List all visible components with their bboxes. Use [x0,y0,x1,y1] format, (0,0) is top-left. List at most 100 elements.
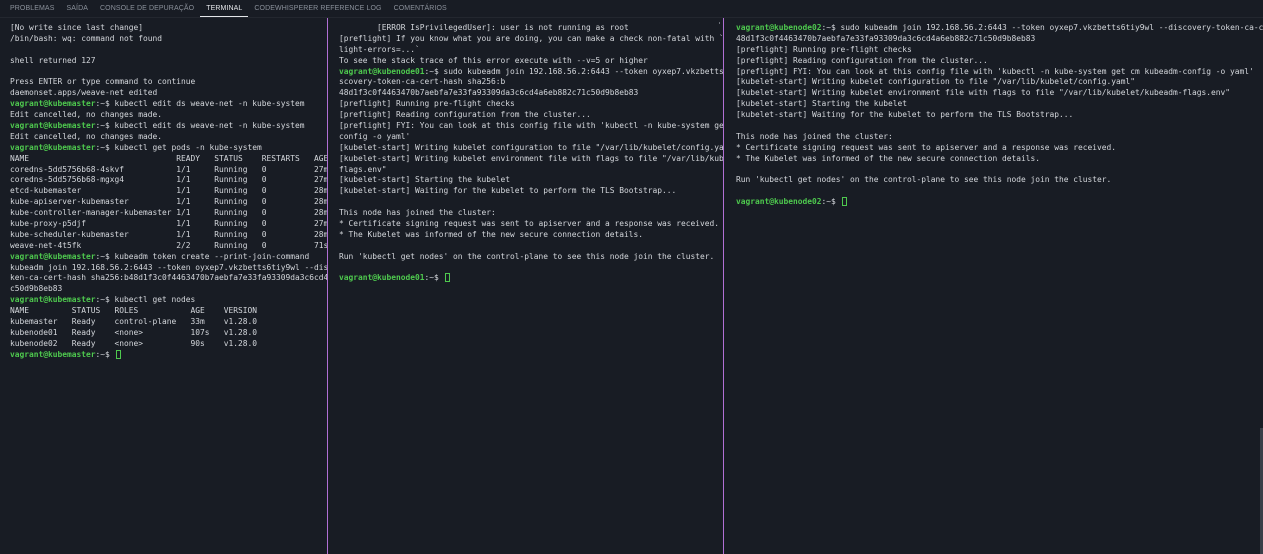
tab-problems[interactable]: PROBLEMAS [4,5,60,17]
output-text: NAME STATUS ROLES AGE VERSION [10,306,258,316]
terminal-line: NAME READY STATUS RESTARTS AGE [10,154,327,165]
terminal-line: [preflight] Running pre-flight checks [339,99,717,110]
terminal-cursor[interactable] [115,349,121,359]
prompt-user: vagrant@kubenode01 [339,66,425,76]
pane-divider[interactable] [327,18,328,554]
command-text: :~$ kubectl edit ds weave-net -n kube-sy… [95,121,305,131]
output-text: [preflight] Reading configuration from t… [339,110,591,120]
command-text: :~$ kubectl edit ds weave-net -n kube-sy… [95,99,305,109]
output-text: [ERROR IsPrivilegedUser]: user is not ru… [339,23,629,32]
output-text: kubenode01 Ready <none> 107s v1.28.0 [10,327,258,337]
output-text: To see the stack trace of this error exe… [339,55,648,65]
terminal-line: * Certificate signing request was sent t… [736,143,1257,154]
prompt-user: vagrant@kubenode02 [736,23,822,32]
output-text: kube-apiserver-kubemaster 1/1 Running 0 … [10,197,327,207]
terminal-line: * The Kubelet was informed of the new se… [339,230,717,241]
command-text: :~$ [95,349,115,359]
command-text: :~$ sudo kubeadm join 192.168.56.2:6443 … [424,66,723,76]
tab-terminal[interactable]: TERMINAL [200,5,249,17]
output-text: Run 'kubectl get nodes' on the control-p… [339,251,715,261]
terminal-line: This node has joined the cluster: [736,132,1257,143]
terminal-line: [kubelet-start] Waiting for the kubelet … [736,110,1257,121]
output-text: [kubelet-start] Writing kubelet configur… [339,142,723,152]
output-text: [preflight] If you know what you are doi… [339,33,723,43]
terminal-pane-kubenode02[interactable]: vagrant@kubenode02:~$ sudo kubeadm join … [725,18,1263,554]
terminal-line: NAME STATUS ROLES AGE VERSION [10,306,321,317]
output-text: kube-proxy-p5djf 1/1 Running 0 27m [10,219,327,229]
terminal-line: vagrant@kubenode01:~$ [339,273,717,284]
terminal-line: [No write since last change] [10,23,321,34]
pane-divider[interactable] [723,18,724,554]
tab-debug-console[interactable]: CONSOLE DE DEPURAÇÃO [94,5,200,17]
terminal-line: [kubelet-start] Starting the kubelet [339,175,717,186]
output-text: flags.env" [339,164,387,174]
terminal-line: c50d9b8eb83 [10,284,321,295]
terminal-line: kubeadm join 192.168.56.2:6443 --token o… [10,263,327,274]
terminal-line: * Certificate signing request was sent t… [339,219,720,230]
tab-codewhisperer-reference-log[interactable]: CODEWHISPERER REFERENCE LOG [248,5,387,17]
terminal-pane-kubenode01[interactable]: [ERROR IsPrivilegedUser]: user is not ru… [329,18,723,554]
terminal-line: [preflight] Reading configuration from t… [736,56,1257,67]
command-text: :~$ kubeadm token create --print-join-co… [95,251,310,261]
terminal-line: kubemaster Ready control-plane 33m v1.28… [10,317,321,328]
terminal-line: This node has joined the cluster: [339,208,717,219]
terminal-line: [preflight] Reading configuration from t… [339,110,717,121]
terminal-line: light-errors=...` [339,45,717,56]
terminal-line: vagrant@kubemaster:~$ [10,349,321,361]
output-text: coredns-5dd5756b68-4skvf 1/1 Running 0 2… [10,164,327,174]
terminal-line: [kubelet-start] Waiting for the kubelet … [339,186,717,197]
terminal-pane-kubemaster[interactable]: [No write since last change]/bin/bash: w… [0,18,327,554]
terminal-line: scovery-token-ca-cert-hash sha256:b [339,77,717,88]
output-text: daemonset.apps/weave-net edited [10,88,158,98]
output-text: This node has joined the cluster: [736,131,893,141]
prompt-user: vagrant@kubemaster [10,142,96,152]
terminal-line: vagrant@kubenode02:~$ [736,197,1257,208]
output-text: 48d1f3c0f4463470b7aebfa7e33fa93309da3c6c… [339,88,639,98]
terminal-line: coredns-5dd5756b68-mgxg4 1/1 Running 0 2… [10,175,327,186]
terminal-line: weave-net-4t5fk 2/2 Running 0 71s [10,241,327,252]
terminal-line: kube-proxy-p5djf 1/1 Running 0 27m [10,219,327,230]
terminal-line: 48d1f3c0f4463470b7aebfa7e33fa93309da3c6c… [736,34,1257,45]
output-text: coredns-5dd5756b68-mgxg4 1/1 Running 0 2… [10,175,327,185]
output-text: kube-scheduler-kubemaster 1/1 Running 0 … [10,229,327,239]
prompt-user: vagrant@kubenode01 [339,273,425,283]
terminal-cursor[interactable] [841,197,847,207]
output-text: [kubelet-start] Writing kubelet configur… [736,77,1136,87]
output-text: * Certificate signing request was sent t… [339,219,720,229]
prompt-user: vagrant@kubemaster [10,251,96,261]
tab-comments[interactable]: COMENTÁRIOS [388,5,453,17]
terminal-line: etcd-kubemaster 1/1 Running 0 28m [10,186,327,197]
terminal-line: kube-apiserver-kubemaster 1/1 Running 0 … [10,197,327,208]
prompt-user: vagrant@kubemaster [10,121,96,131]
terminal-line: [kubelet-start] Writing kubelet environm… [736,88,1257,99]
output-text: [preflight] Running pre-flight checks [339,99,515,109]
panel-tab-bar: PROBLEMAS SAÍDA CONSOLE DE DEPURAÇÃO TER… [0,0,1263,18]
terminal-line: kubenode01 Ready <none> 107s v1.28.0 [10,328,321,339]
terminal-split-area: [No write since last change]/bin/bash: w… [0,18,1263,554]
output-text: [No write since last change] [10,23,144,32]
terminal-line: shell returned 127 [10,56,321,67]
output-text: [preflight] Reading configuration from t… [736,55,988,65]
terminal-line: [kubelet-start] Writing kubelet configur… [339,143,723,154]
terminal-line: [kubelet-start] Writing kubelet configur… [736,77,1257,88]
output-text: shell returned 127 [10,55,96,65]
tab-output[interactable]: SAÍDA [60,5,94,17]
output-text: [kubelet-start] Waiting for the kubelet … [339,186,677,196]
terminal-line: vagrant@kubenode01:~$ sudo kubeadm join … [339,66,723,78]
terminal-cursor[interactable] [444,273,450,283]
terminal-line: [preflight] FYI: You can look at this co… [736,67,1257,78]
output-text: [kubelet-start] Writing kubelet environm… [736,88,1231,98]
output-text: Run 'kubectl get nodes' on the control-p… [736,175,1112,185]
output-text: weave-net-4t5fk 2/2 Running 0 71s [10,240,327,250]
output-text: Press ENTER or type command to continue [10,77,196,87]
terminal-line: [preflight] If you know what you are doi… [339,34,723,45]
prompt-user: vagrant@kubemaster [10,349,96,359]
prompt-user: vagrant@kubemaster [10,295,96,305]
output-text: scovery-token-ca-cert-hash sha256:b [339,77,506,87]
terminal-line: [kubelet-start] Writing kubelet environm… [339,154,723,165]
output-text: kubenode02 Ready <none> 90s v1.28.0 [10,338,258,348]
output-text: [kubelet-start] Writing kubelet environm… [339,153,723,163]
